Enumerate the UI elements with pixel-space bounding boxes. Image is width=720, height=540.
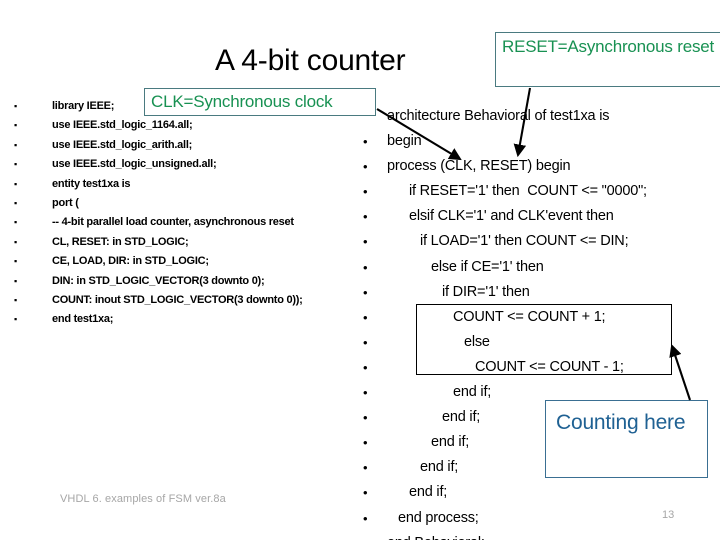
bullet-icon: ▪	[14, 139, 17, 150]
slide-canvas: A 4-bit counter ▪ library IEEE; ▪ use IEEE.…	[0, 0, 720, 540]
code-line: •architecture Behavioral of test1xa is	[355, 104, 720, 129]
bullet-icon: ▪	[14, 197, 17, 208]
bullet-icon: •	[363, 234, 368, 250]
bullet-icon: •	[363, 259, 368, 275]
code-line-text: if LOAD='1' then COUNT <= DIN;	[420, 233, 629, 250]
callout-counting-here[interactable]: Counting here	[545, 400, 708, 478]
code-line-text: else if CE='1' then	[431, 258, 544, 275]
bullet-icon: •	[363, 435, 368, 451]
code-line-text: end if;	[442, 409, 481, 426]
code-line-text: else	[464, 333, 490, 350]
callout-clk-label: CLK=Synchronous clock	[151, 92, 333, 111]
bullet-icon: •	[363, 334, 368, 350]
bullet-icon: ▪	[14, 159, 17, 170]
bullet-icon: •	[363, 284, 368, 300]
code-line-text: COUNT: inout STD_LOGIC_VECTOR(3 downto 0…	[52, 293, 303, 306]
bullet-icon: •	[363, 134, 368, 150]
page-number: 13	[662, 509, 675, 521]
footer-label: VHDL 6. examples of FSM ver.8a	[60, 493, 226, 505]
code-line: • end if;	[355, 480, 720, 505]
code-line-text: use IEEE.std_logic_unsigned.all;	[52, 158, 217, 171]
code-line-text: end if;	[420, 459, 459, 476]
code-line-text: entity test1xa is	[52, 177, 131, 190]
code-line-text: CL, RESET: in STD_LOGIC;	[52, 235, 189, 248]
code-line: ▪ DIN: in STD_LOGIC_VECTOR(3 downto 0);	[14, 272, 359, 291]
code-line-text: process (CLK, RESET) begin	[387, 158, 571, 175]
bullet-icon: •	[363, 309, 368, 325]
code-line: • elsif CLK='1' and CLK'event then	[355, 204, 720, 229]
bullet-icon: ▪	[14, 236, 17, 247]
code-line-text: if RESET='1' then COUNT <= "0000";	[409, 183, 647, 200]
bullet-icon: •	[363, 410, 368, 426]
code-line-text: elsif CLK='1' and CLK'event then	[409, 208, 614, 225]
code-line-text: library IEEE;	[52, 100, 115, 112]
code-line-text: -- 4-bit parallel load counter, asynchro…	[52, 216, 294, 229]
code-line-text: begin	[387, 133, 422, 150]
code-line: ▪ CE, LOAD, DIR: in STD_LOGIC;	[14, 252, 359, 271]
bullet-icon: ▪	[14, 178, 17, 189]
callout-clk[interactable]: CLK=Synchronous clock	[144, 88, 376, 116]
bullet-icon: ▪	[14, 275, 17, 286]
bullet-icon: •	[363, 510, 368, 526]
bullet-icon: •	[363, 385, 368, 401]
code-line-text: port (	[52, 196, 79, 209]
bullet-icon: •	[363, 485, 368, 501]
code-line-text: use IEEE.std_logic_arith.all;	[52, 138, 193, 151]
code-line: • COUNT <= COUNT - 1;	[355, 355, 720, 380]
code-line: • else	[355, 330, 720, 355]
code-line: ▪ use IEEE.std_logic_1164.all;	[14, 116, 359, 135]
code-line: • if LOAD='1' then COUNT <= DIN;	[355, 229, 720, 254]
code-line: • if RESET='1' then COUNT <= "0000";	[355, 179, 720, 204]
code-line: ▪ -- 4-bit parallel load counter, asynchr…	[14, 213, 359, 232]
callout-counting-label: Counting here	[556, 411, 686, 434]
code-line: ▪ COUNT: inout STD_LOGIC_VECTOR(3 downto…	[14, 291, 359, 310]
bullet-icon: •	[363, 184, 368, 200]
code-line: • begin	[355, 129, 720, 154]
code-line: ▪ entity test1xa is	[14, 175, 359, 194]
bullet-icon: ▪	[14, 120, 17, 131]
callout-reset[interactable]: RESET=Asynchronous reset	[495, 32, 720, 87]
code-line-text: use IEEE.std_logic_1164.all;	[52, 119, 193, 132]
code-line-text: end if;	[409, 484, 448, 501]
bullet-icon: •	[363, 531, 368, 540]
bullet-icon: ▪	[14, 256, 17, 267]
code-line: • else if CE='1' then	[355, 255, 720, 280]
bullet-icon: •	[363, 159, 368, 175]
code-line-text: end if;	[431, 434, 470, 451]
code-line: ▪ port (	[14, 194, 359, 213]
code-line: • end Behavioral;	[355, 531, 720, 540]
code-line-text: CE, LOAD, DIR: in STD_LOGIC;	[52, 255, 209, 268]
code-line: • if DIR='1' then	[355, 280, 720, 305]
code-line-text: DIN: in STD_LOGIC_VECTOR(3 downto 0);	[52, 274, 265, 287]
code-line-text: COUNT <= COUNT + 1;	[453, 308, 606, 325]
code-line-text: end Behavioral;	[387, 531, 485, 540]
bullet-icon: •	[363, 359, 368, 375]
code-line: ▪ CL, RESET: in STD_LOGIC;	[14, 233, 359, 252]
code-line-text: end process;	[398, 509, 479, 526]
bullet-icon: ▪	[14, 217, 17, 228]
bullet-icon: •	[363, 209, 368, 225]
code-line-text: COUNT <= COUNT - 1;	[475, 358, 624, 375]
bullet-icon: •	[363, 460, 368, 476]
bullet-icon: ▪	[14, 294, 17, 305]
code-line: ▪ end test1xa;	[14, 310, 359, 329]
code-line-text: end test1xa;	[52, 313, 114, 326]
code-line: ▪ use IEEE.std_logic_arith.all;	[14, 136, 359, 155]
code-line: ▪ use IEEE.std_logic_unsigned.all;	[14, 155, 359, 174]
code-line-text: architecture Behavioral of test1xa is	[387, 108, 610, 124]
callout-reset-label: RESET=Asynchronous reset	[502, 37, 715, 56]
code-line: • COUNT <= COUNT + 1;	[355, 305, 720, 330]
code-line: • process (CLK, RESET) begin	[355, 154, 720, 179]
code-line-text: end if;	[453, 384, 492, 401]
page-title: A 4-bit counter	[215, 44, 406, 77]
bullet-icon: ▪	[14, 314, 17, 325]
left-code-list: ▪ library IEEE; ▪ use IEEE.std_logic_1164.a…	[14, 97, 359, 330]
code-line-text: if DIR='1' then	[442, 283, 530, 300]
bullet-icon: ▪	[14, 101, 17, 111]
